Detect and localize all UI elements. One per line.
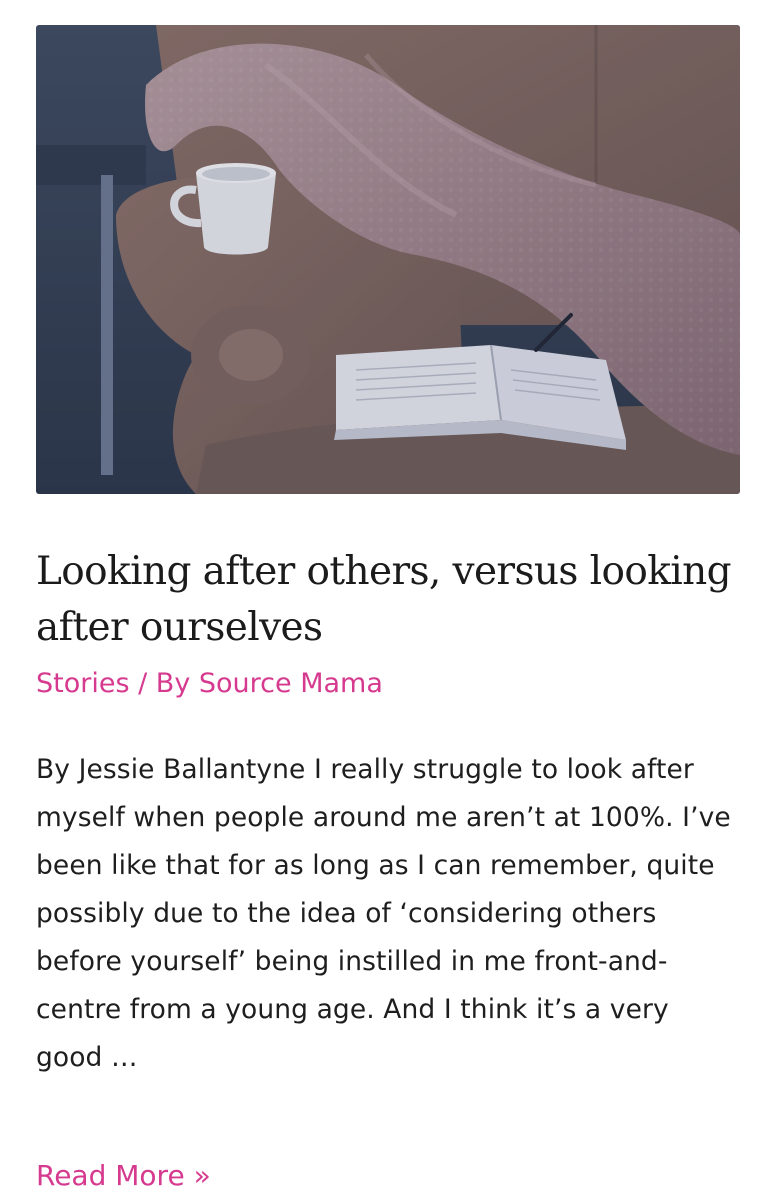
post-meta: Stories / By Source Mama: [36, 668, 740, 700]
post-image-link[interactable]: [36, 25, 740, 494]
category-link[interactable]: Stories: [36, 668, 130, 699]
read-more-link[interactable]: Read More »: [36, 1156, 211, 1196]
post-title[interactable]: Looking after others, versus looking aft…: [36, 544, 740, 656]
post-card: Looking after others, versus looking aft…: [36, 25, 740, 1196]
post-featured-image[interactable]: [36, 25, 740, 494]
author-link[interactable]: Source Mama: [199, 668, 383, 699]
post-excerpt: By Jessie Ballantyne I really struggle t…: [36, 754, 731, 1073]
meta-separator: / By: [129, 668, 199, 699]
